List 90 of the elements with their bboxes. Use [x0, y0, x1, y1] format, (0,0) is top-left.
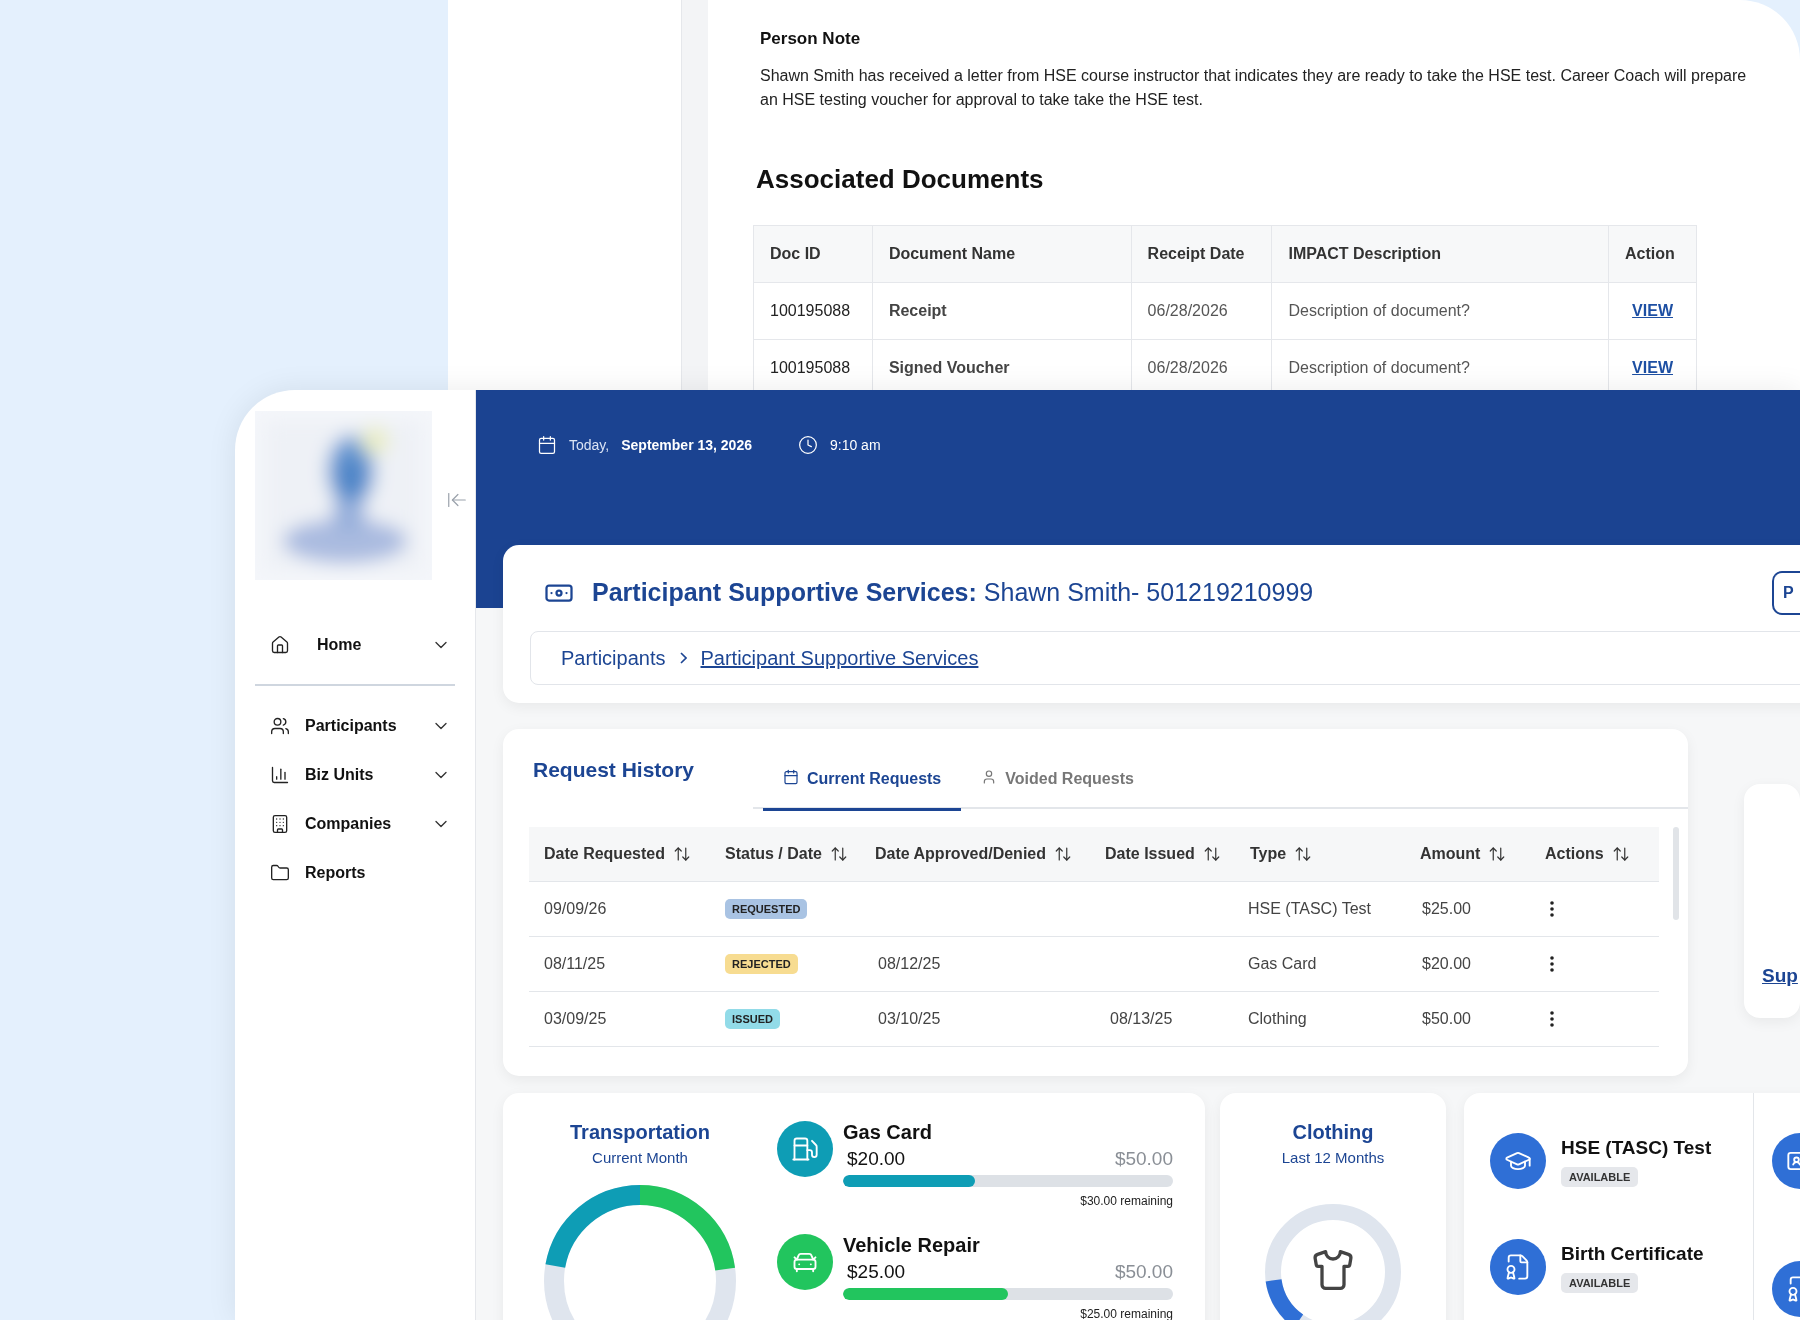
- column-header[interactable]: Actions: [1530, 827, 1659, 881]
- tab[interactable]: Voided Requests: [961, 754, 1154, 811]
- home-icon: [270, 634, 290, 655]
- remaining-text: $30.00 remaining: [1080, 1193, 1173, 1210]
- nav-item[interactable]: Participants: [255, 701, 455, 750]
- more-vertical-icon[interactable]: [1550, 1011, 1554, 1027]
- table-cell-text: Gas Card: [1247, 954, 1318, 974]
- table-cell: 06/28/2026: [1131, 282, 1273, 339]
- graduation-cap-icon: [1490, 1133, 1546, 1189]
- status-badge: REQUESTED: [725, 898, 808, 920]
- status-badge: REJECTED: [725, 953, 798, 975]
- amount-used: $25.00: [846, 1260, 906, 1284]
- table-cell: Description of document?: [1272, 282, 1610, 339]
- nav-item[interactable]: Biz Units: [255, 750, 455, 799]
- clock-icon: [797, 435, 818, 455]
- calendar-icon: [783, 769, 799, 785]
- date-label: Today,: [569, 436, 610, 455]
- column-header: IMPACT Description: [1272, 225, 1610, 282]
- sort-icon: [1611, 845, 1630, 863]
- note-title: Person Note: [760, 28, 862, 50]
- card-title: Clothing: [1292, 1120, 1374, 1145]
- sort-icon: [1202, 845, 1221, 863]
- item-title: Vehicle Repair: [843, 1233, 981, 1258]
- table-cell-text: 03/10/25: [878, 1009, 941, 1029]
- more-vertical-icon[interactable]: [1550, 901, 1554, 917]
- document-name: Birth Certificate: [1561, 1242, 1704, 1267]
- more-vertical-icon[interactable]: [1550, 956, 1554, 972]
- page-title: Participant Supportive Services: Shawn Smith- 501219210999: [592, 577, 1314, 609]
- certificate-icon: [1490, 1239, 1546, 1295]
- breadcrumb-link[interactable]: Participants: [561, 643, 666, 673]
- table-cell-text: 08/12/25: [878, 954, 941, 974]
- sort-icon: [672, 845, 691, 863]
- card-subtitle: Current Month: [592, 1148, 688, 1168]
- building-icon: [270, 813, 290, 834]
- sort-icon: [829, 845, 848, 863]
- note-text: Shawn Smith has received a letter from HSE course instructor that indicates they are ready to take the HSE test. Career Coach will prepare an HSE testing voucher for approval to take take the HSE test.: [760, 65, 1748, 110]
- people-icon: [270, 715, 290, 736]
- view-link[interactable]: VIEW: [1632, 355, 1673, 380]
- table-cell-text: HSE (TASC) Test: [1247, 899, 1372, 919]
- card-title: Request History: [533, 757, 695, 783]
- table-cell-text: Clothing: [1247, 1009, 1308, 1029]
- section-title: Associated Documents: [756, 162, 1045, 196]
- column-header: Receipt Date: [1131, 225, 1273, 282]
- amount-limit: $50.00: [1114, 1260, 1173, 1284]
- table-cell-text: $25.00: [1421, 899, 1472, 919]
- table-cell: Receipt: [872, 282, 1132, 339]
- column-header: Doc ID: [754, 225, 873, 282]
- column-header[interactable]: Amount: [1405, 827, 1530, 881]
- card-title: Transportation: [570, 1120, 710, 1145]
- folder-icon: [270, 862, 290, 883]
- table-cell-text: 08/11/25: [543, 954, 607, 974]
- column-header[interactable]: Date Requested: [529, 827, 710, 881]
- tab[interactable]: Current Requests: [763, 754, 962, 811]
- column-header[interactable]: Date Approved/Denied: [860, 827, 1090, 881]
- table-cell: 100195088: [754, 282, 873, 339]
- date-text: September 13, 2026: [621, 436, 752, 455]
- remaining-text: $25.00 remaining: [1080, 1306, 1173, 1320]
- item-title: Gas Card: [843, 1120, 933, 1145]
- amount-limit: $50.00: [1114, 1147, 1173, 1171]
- column-header[interactable]: Status / Date: [710, 827, 860, 881]
- bar-chart-icon: [270, 764, 290, 785]
- sort-icon: [1054, 845, 1072, 863]
- card-link[interactable]: Sup: [1762, 961, 1798, 990]
- nav-item[interactable]: Reports: [255, 848, 455, 897]
- column-header: Action: [1624, 243, 1676, 264]
- column-header: Document Name: [872, 225, 1132, 282]
- calendar-icon: [537, 435, 557, 455]
- status-badge: AVAILABLE: [1561, 1272, 1639, 1294]
- amount-used: $20.00: [846, 1147, 906, 1171]
- table-cell-text: 03/09/25: [543, 1009, 608, 1029]
- chevron-right-icon: [679, 652, 687, 664]
- table-cell-text: $20.00: [1421, 954, 1472, 974]
- table-cell-text: 08/13/25: [1110, 1009, 1173, 1029]
- column-header[interactable]: Type: [1235, 827, 1405, 881]
- status-badge: AVAILABLE: [1561, 1166, 1639, 1188]
- sort-icon: [1294, 845, 1313, 863]
- view-link[interactable]: VIEW: [1632, 298, 1673, 323]
- sort-icon: [1488, 845, 1507, 863]
- nav-item[interactable]: Companies: [255, 799, 455, 848]
- card-subtitle: Last 12 Months: [1281, 1148, 1385, 1168]
- table-cell-text: 09/09/26: [543, 899, 608, 919]
- breadcrumb-link[interactable]: Participant Supportive Services: [700, 643, 979, 673]
- nav-item[interactable]: Home: [255, 620, 455, 669]
- column-header[interactable]: Date Issued: [1090, 827, 1235, 881]
- status-badge: ISSUED: [725, 1008, 780, 1030]
- action-button[interactable]: P: [1772, 571, 1800, 615]
- shirt-icon: [1311, 1247, 1355, 1292]
- document-name: HSE (TASC) Test: [1561, 1136, 1712, 1161]
- time-text: 9:10 am: [829, 436, 881, 455]
- table-cell-text: $50.00: [1421, 1009, 1472, 1029]
